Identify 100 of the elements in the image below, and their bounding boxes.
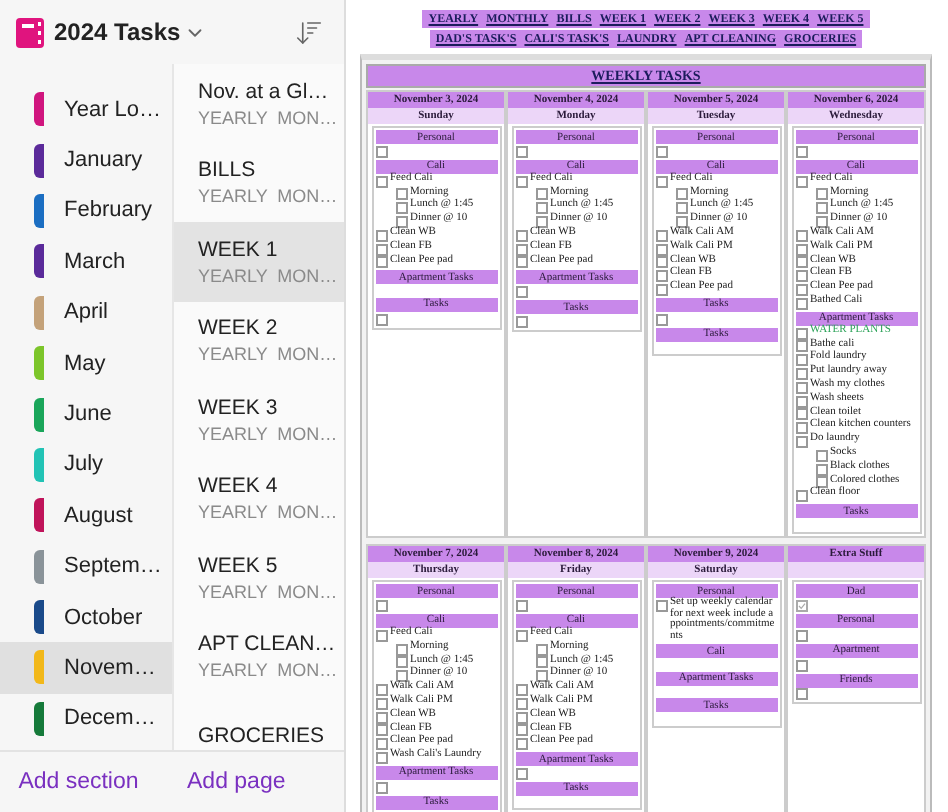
section-item[interactable]: Year Lo… (0, 84, 172, 135)
notebook-title[interactable]: 2024 Tasks (54, 18, 207, 46)
checkbox[interactable] (395, 188, 407, 201)
section-item[interactable]: June (0, 388, 172, 440)
checkbox[interactable] (395, 643, 407, 656)
checkbox[interactable] (375, 781, 387, 794)
checkbox[interactable] (375, 629, 387, 642)
checkbox[interactable] (655, 599, 667, 612)
checkbox[interactable] (375, 313, 387, 326)
checkbox[interactable] (515, 738, 527, 751)
checkbox[interactable] (795, 395, 807, 408)
checkbox[interactable] (395, 215, 407, 228)
checkbox[interactable] (375, 229, 387, 242)
checkbox[interactable] (815, 476, 827, 489)
checkbox[interactable] (795, 629, 807, 642)
checkbox[interactable] (795, 354, 807, 367)
checkbox[interactable] (675, 188, 687, 201)
checkbox[interactable] (375, 256, 387, 269)
checkbox[interactable] (375, 711, 387, 723)
checkbox[interactable] (795, 297, 807, 310)
checkbox[interactable] (375, 697, 387, 710)
add-page-link[interactable]: Add page (157, 752, 344, 812)
checkbox[interactable] (375, 683, 387, 696)
checkbox[interactable] (795, 340, 807, 353)
checkbox[interactable] (395, 656, 407, 669)
checkbox[interactable] (815, 463, 827, 476)
checkbox[interactable] (795, 408, 807, 421)
checkbox[interactable] (655, 145, 667, 158)
page-item[interactable]: Nov. at a Gl… YEARLY MON… (174, 64, 344, 143)
checkbox[interactable] (375, 145, 387, 158)
checkbox[interactable] (515, 229, 527, 242)
checkbox[interactable] (795, 243, 807, 256)
checkbox[interactable] (795, 659, 807, 672)
checkbox[interactable] (375, 599, 387, 612)
checkbox[interactable] (655, 270, 667, 283)
checkbox[interactable] (375, 175, 387, 188)
checkbox[interactable] (795, 256, 807, 269)
checkbox[interactable] (535, 188, 547, 201)
checkbox[interactable] (375, 738, 387, 751)
checkbox[interactable] (535, 643, 547, 656)
checkbox[interactable] (655, 175, 667, 188)
checkbox[interactable] (675, 202, 687, 215)
checkbox[interactable] (655, 229, 667, 242)
checkbox[interactable] (815, 215, 827, 228)
checkbox[interactable] (515, 599, 527, 612)
section-item[interactable]: Novem… (0, 642, 172, 694)
checkbox[interactable] (515, 315, 527, 328)
checkbox[interactable] (655, 313, 667, 326)
checkbox[interactable] (795, 270, 807, 283)
sort-icon[interactable] (294, 17, 324, 47)
checkbox[interactable] (515, 724, 527, 737)
checkbox[interactable] (815, 449, 827, 462)
checkbox[interactable] (795, 435, 807, 448)
page-item[interactable]: APT CLEAN… YEARLY MON… (174, 617, 344, 696)
checkbox[interactable] (795, 381, 807, 394)
checkbox[interactable] (515, 711, 527, 723)
checkbox[interactable] (535, 670, 547, 683)
checkbox[interactable] (375, 751, 387, 764)
section-item[interactable]: Decem… (0, 693, 172, 745)
checkbox[interactable] (795, 688, 807, 701)
checkbox[interactable] (795, 145, 807, 158)
page-item[interactable]: WEEK 4 YEARLY MON… (174, 459, 344, 538)
page-item[interactable]: BILLS YEARLY MON… (174, 143, 344, 222)
checkbox[interactable] (795, 229, 807, 242)
checkbox[interactable] (815, 188, 827, 201)
section-item[interactable]: April (0, 287, 172, 338)
checkbox[interactable] (515, 683, 527, 696)
checkbox[interactable] (515, 175, 527, 188)
checkbox[interactable] (795, 327, 807, 340)
section-item[interactable]: October (0, 591, 172, 643)
checkbox[interactable] (395, 202, 407, 215)
page-item[interactable]: WEEK 5 YEARLY MON… (174, 538, 344, 617)
checkbox[interactable] (515, 629, 527, 642)
section-item[interactable]: August (0, 490, 172, 542)
section-item[interactable]: May (0, 337, 172, 389)
checkbox[interactable] (795, 175, 807, 188)
checkbox[interactable] (815, 202, 827, 215)
checkbox[interactable] (535, 656, 547, 669)
checkbox[interactable] (675, 215, 687, 228)
checkbox[interactable] (375, 243, 387, 256)
checkbox[interactable] (515, 286, 527, 299)
checkbox[interactable] (515, 145, 527, 158)
page-item[interactable]: WEEK 2 YEARLY MON… (174, 301, 344, 380)
add-section-link[interactable]: Add section (0, 752, 157, 812)
checkbox[interactable] (795, 367, 807, 380)
checkbox[interactable] (795, 490, 807, 503)
checkbox[interactable] (535, 215, 547, 228)
section-item[interactable]: February (0, 185, 172, 237)
checkbox[interactable] (515, 256, 527, 269)
page-item[interactable]: WEEK 1 YEARLY MON… (174, 222, 344, 301)
checkbox[interactable] (655, 243, 667, 256)
checkbox[interactable] (795, 283, 807, 296)
checkbox[interactable] (395, 670, 407, 683)
checkbox[interactable] (515, 767, 527, 780)
checkbox[interactable] (515, 697, 527, 710)
checkbox[interactable] (515, 243, 527, 256)
page-item[interactable]: GROCERIES (174, 696, 344, 750)
section-item[interactable]: Septem… (0, 541, 172, 592)
page-item[interactable]: WEEK 3 YEARLY MON… (174, 380, 344, 459)
section-item[interactable]: March (0, 236, 172, 288)
